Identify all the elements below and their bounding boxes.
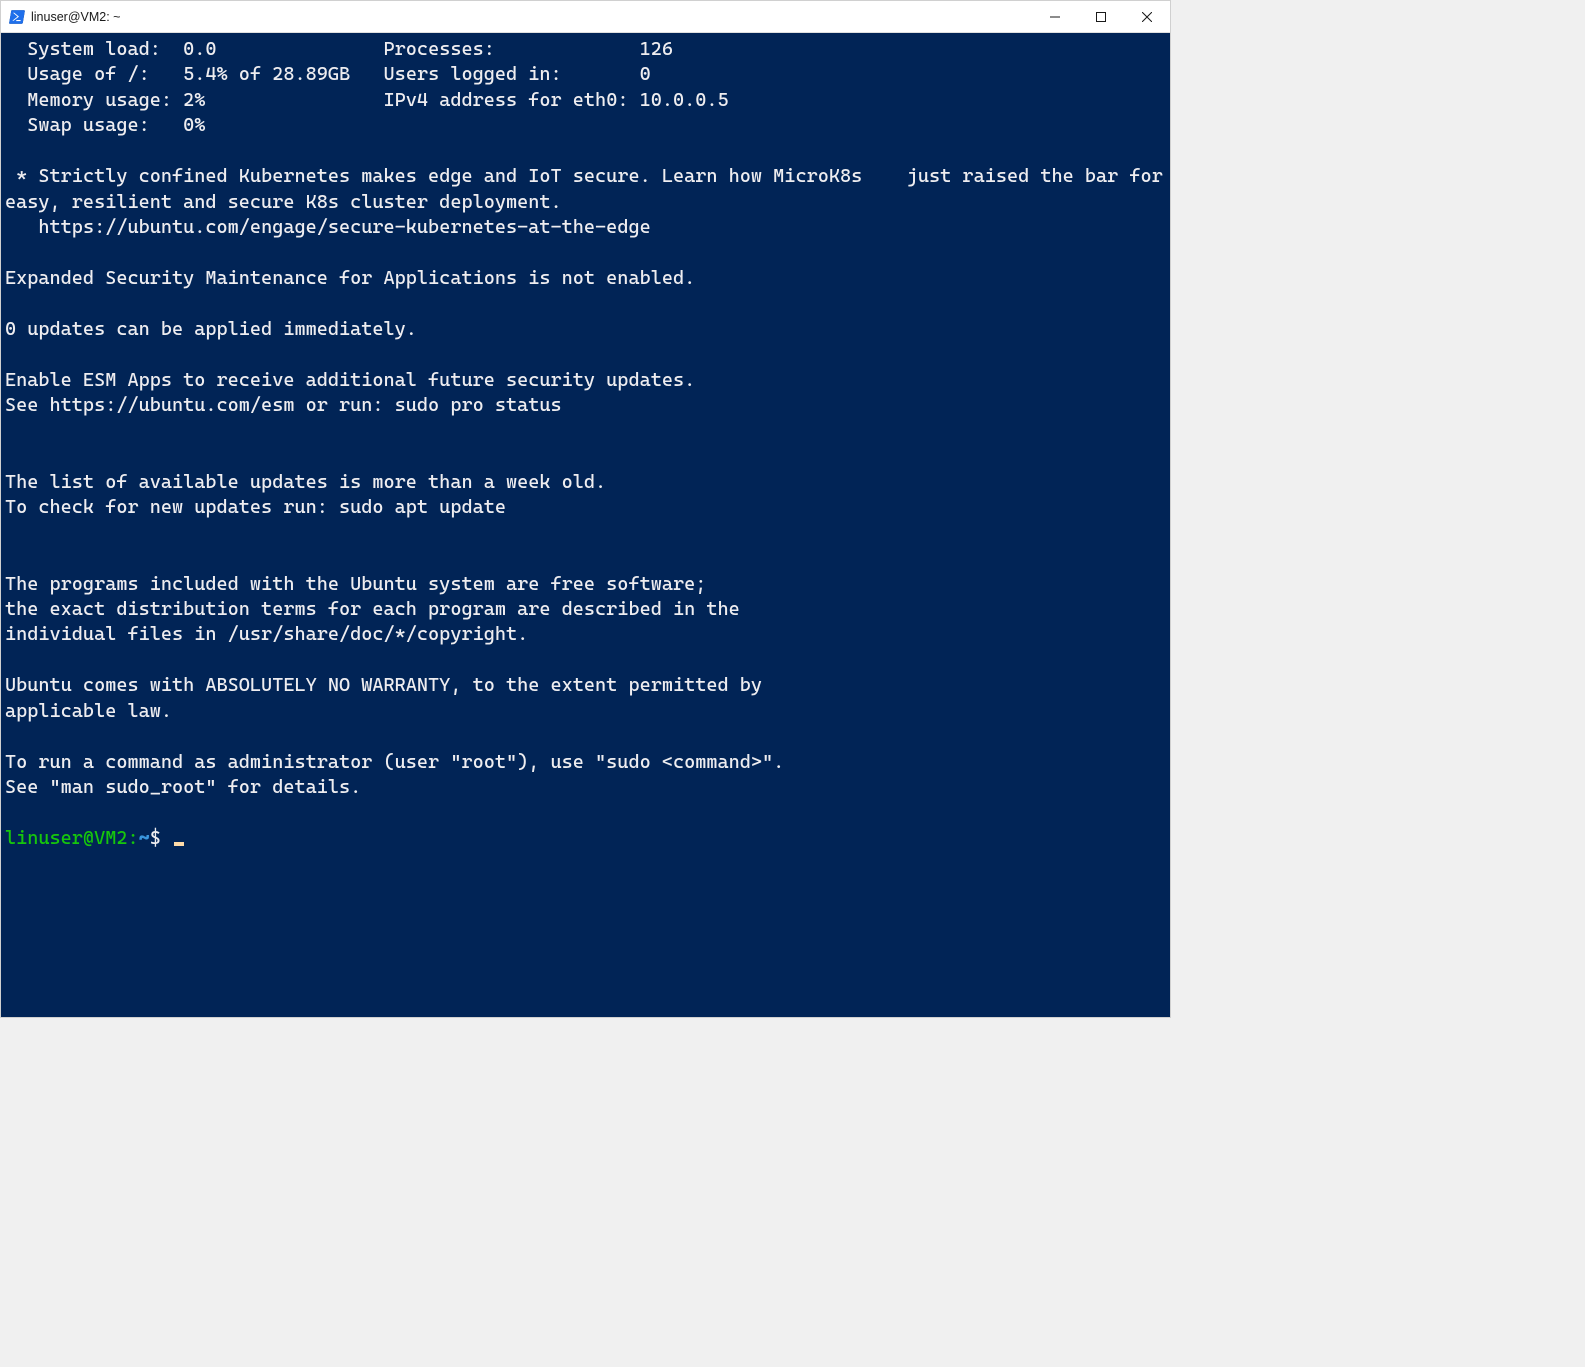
minimize-button[interactable] [1032,1,1078,32]
motd-updates-old: The list of available updates is more th… [5,471,606,493]
powershell-icon [9,9,25,25]
motd-enable-esm: Enable ESM Apps to receive additional fu… [5,369,695,391]
cursor [174,842,184,846]
usage-of-value: 5.4% of 28.89GB [183,63,350,85]
processes-label: Processes: [384,38,495,60]
motd-esm-not-enabled: Expanded Security Maintenance for Applic… [5,267,695,289]
terminal-output[interactable]: System load: 0.0 Processes: 126 Usage of… [1,33,1170,1017]
motd-warranty2: applicable law. [5,700,172,722]
swap-usage-value: 0% [183,114,205,136]
motd-see-esm: See https://ubuntu.com/esm or run: sudo … [5,394,562,416]
memory-usage-value: 2% [183,89,205,111]
window-controls [1032,1,1170,32]
users-logged-in-value: 0 [640,63,651,85]
prompt-dollar: $ [150,827,161,849]
motd-free-sw1: The programs included with the Ubuntu sy… [5,573,706,595]
motd-free-sw2: the exact distribution terms for each pr… [5,598,740,620]
usage-of-label: Usage of /: [27,63,149,85]
system-load-label: System load: [27,38,161,60]
prompt-path: ~ [139,827,150,849]
titlebar[interactable]: linuser@VM2: ~ [1,1,1170,33]
motd-sudo2: See "man sudo_root" for details. [5,776,361,798]
close-button[interactable] [1124,1,1170,32]
motd-updates-immediate: 0 updates can be applied immediately. [5,318,417,340]
ipv4-value: 10.0.0.5 [640,89,729,111]
users-logged-in-label: Users logged in: [384,63,562,85]
motd-warranty1: Ubuntu comes with ABSOLUTELY NO WARRANTY… [5,674,762,696]
prompt-user-host: linuser@VM2 [5,827,127,849]
motd-free-sw3: individual files in /usr/share/doc/*/cop… [5,623,528,645]
window-title: linuser@VM2: ~ [31,10,120,24]
ipv4-label: IPv4 address for eth0: [384,89,629,111]
maximize-button[interactable] [1078,1,1124,32]
motd-check-updates: To check for new updates run: sudo apt u… [5,496,506,518]
prompt-colon: : [127,827,138,849]
motd-kube-url: https://ubuntu.com/engage/secure-kuberne… [5,216,651,238]
terminal-window: linuser@VM2: ~ System load: 0.0 Processe… [0,0,1171,1018]
motd-kube: * Strictly confined Kubernetes makes edg… [5,165,1170,212]
swap-usage-label: Swap usage: [27,114,149,136]
titlebar-left: linuser@VM2: ~ [1,9,1032,25]
processes-value: 126 [640,38,673,60]
system-load-value: 0.0 [183,38,216,60]
memory-usage-label: Memory usage: [27,89,172,111]
motd-sudo1: To run a command as administrator (user … [5,751,784,773]
